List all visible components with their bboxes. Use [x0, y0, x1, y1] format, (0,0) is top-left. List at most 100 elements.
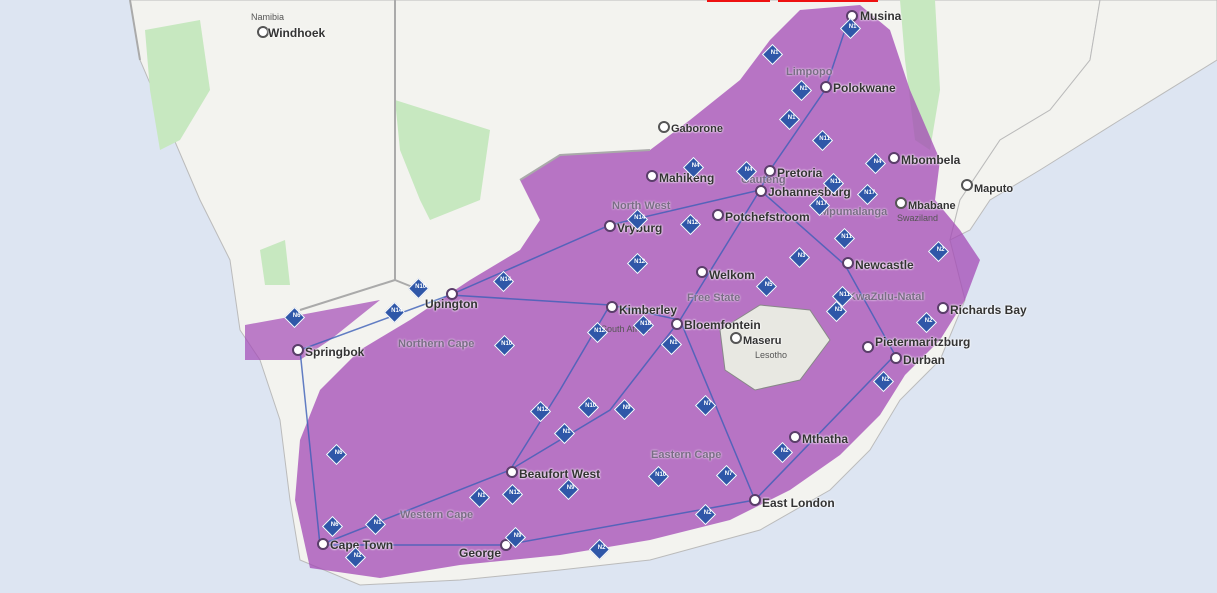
city-label-windhoek[interactable]: Windhoek [268, 26, 325, 40]
route-shield-label: N10 [501, 341, 513, 348]
city-dot-mthatha[interactable] [789, 431, 801, 443]
route-shield-label: N12 [509, 490, 521, 497]
city-dot-mbabane[interactable] [895, 197, 907, 209]
region-label-eastern-cape: Eastern Cape [651, 449, 722, 461]
city-label-maputo[interactable]: Maputo [974, 183, 1013, 195]
city-dot-durban[interactable] [890, 352, 902, 364]
region-label-northern-cape: Northern Cape [398, 338, 475, 350]
route-shield-label: N9 [513, 533, 522, 540]
city-dot-vryburg[interactable] [604, 220, 616, 232]
map-base [129, 0, 1217, 586]
route-shield-label: N2 [924, 318, 933, 325]
city-dot-newcastle[interactable] [842, 257, 854, 269]
route-shield-label: N7 [724, 471, 733, 478]
route-shield-label: N3 [834, 307, 843, 314]
region-label-north-west: North West [612, 200, 671, 212]
top-red-marker [707, 0, 770, 2]
route-shield-label: N2 [597, 545, 606, 552]
route-shield-label: N17 [816, 201, 828, 208]
route-shield-label: N11 [819, 136, 830, 143]
city-dot-mbombela[interactable] [888, 152, 900, 164]
route-shield-label: N14 [634, 215, 646, 222]
city-label-kimberley[interactable]: Kimberley [619, 303, 677, 317]
route-shield-label: N18 [640, 321, 652, 328]
route-shield-label: N11 [830, 179, 841, 186]
city-label-maseru[interactable]: Maseru [743, 335, 782, 347]
route-shield-label: N7 [703, 401, 712, 408]
city-label-musina[interactable]: Musina [860, 9, 901, 23]
route-shield-label: N5 [764, 282, 773, 289]
city-label-mthatha[interactable]: Mthatha [802, 432, 848, 446]
city-label-bloemfontein[interactable]: Bloemfontein [684, 318, 761, 332]
city-label-george[interactable]: George [459, 546, 501, 560]
city-dot-pietermaritzburg[interactable] [862, 341, 874, 353]
city-dot-polokwane[interactable] [820, 81, 832, 93]
city-dot-maseru[interactable] [730, 332, 742, 344]
route-shield-label: N17 [864, 190, 876, 197]
coverage-map[interactable]: Windhoek Musina Polokwane Gaborone Mahik… [0, 0, 1217, 593]
city-dot-springbok[interactable] [292, 344, 304, 356]
route-shield-label: N9 [622, 405, 631, 412]
city-label-upington[interactable]: Upington [425, 297, 478, 311]
city-label-polokwane[interactable]: Polokwane [833, 81, 896, 95]
route-shield-label: N1 [373, 520, 382, 527]
route-shield-label: N2 [936, 247, 945, 254]
city-label-newcastle[interactable]: Newcastle [855, 258, 914, 272]
route-shield-label: N3 [797, 253, 806, 260]
route-shield-label: N9 [566, 485, 575, 492]
country-label-swaziland: Swaziland [897, 213, 939, 223]
city-dot-potchefstroom[interactable] [712, 209, 724, 221]
region-label-free-state: Free State [687, 292, 741, 304]
region-label-limpopo: Limpopo [786, 66, 833, 78]
route-shield-label: N10 [415, 284, 427, 291]
route-shield-label: N14 [500, 277, 512, 284]
city-label-durban[interactable]: Durban [903, 353, 945, 367]
city-label-beaufort-west[interactable]: Beaufort West [519, 467, 600, 481]
city-label-richards-bay[interactable]: Richards Bay [950, 303, 1027, 317]
city-label-gaborone[interactable]: Gaborone [671, 123, 723, 135]
city-dot-johannesburg[interactable] [755, 185, 767, 197]
route-shield-label: N4 [691, 163, 700, 170]
city-label-springbok[interactable]: Springbok [305, 345, 364, 359]
route-shield-label: N10 [585, 403, 597, 410]
route-shield-label: N12 [537, 407, 549, 414]
route-shield-label: N2 [353, 553, 362, 560]
route-shield-label: N12 [687, 220, 699, 227]
route-shield-label: N2 [780, 448, 789, 455]
route-shield-label: N1 [787, 115, 796, 122]
city-dot-mahikeng[interactable] [646, 170, 658, 182]
city-dot-maputo[interactable] [961, 179, 973, 191]
city-dot-gaborone[interactable] [658, 121, 670, 133]
city-label-welkom[interactable]: Welkom [709, 268, 755, 282]
city-label-mbombela[interactable]: Mbombela [901, 153, 960, 167]
city-label-pietermaritzburg[interactable]: Pietermaritzburg [875, 335, 970, 349]
city-dot-bloemfontein[interactable] [671, 318, 683, 330]
city-dot-richards-bay[interactable] [937, 302, 949, 314]
region-label-mpumalanga: Mpumalanga [820, 206, 888, 218]
route-shield-label: N10 [655, 472, 667, 479]
city-dot-kimberley[interactable] [606, 301, 618, 313]
city-label-cape-town[interactable]: Cape Town [330, 538, 393, 552]
city-label-mahikeng[interactable]: Mahikeng [659, 171, 714, 185]
city-label-mbabane[interactable]: Mbabane [908, 200, 956, 212]
route-shield-label: N12 [594, 328, 606, 335]
route-shield-label: N4 [873, 159, 882, 166]
route-shield-label: N1 [562, 429, 571, 436]
city-dot-beaufort-west[interactable] [506, 466, 518, 478]
route-shield-label: N2 [881, 377, 890, 384]
city-dot-welkom[interactable] [696, 266, 708, 278]
route-shield-label: N6 [292, 313, 301, 320]
route-shield-label: N12 [634, 259, 646, 266]
region-label-kwazulu-natal: KwaZulu-Natal [848, 291, 925, 303]
route-shield-label: N1 [848, 24, 857, 31]
city-dot-cape-town[interactable] [317, 538, 329, 550]
city-label-potchefstroom[interactable]: Potchefstroom [725, 210, 810, 224]
route-shield-label: N1 [477, 493, 486, 500]
route-shield-label: N6 [334, 450, 343, 457]
city-dot-east-london[interactable] [749, 494, 761, 506]
route-shield-label: N1 [799, 86, 808, 93]
country-label-lesotho: Lesotho [755, 350, 788, 360]
city-label-east-london[interactable]: East London [762, 496, 835, 510]
route-shield-label: N6 [330, 522, 339, 529]
route-shield-label: N4 [744, 167, 753, 174]
